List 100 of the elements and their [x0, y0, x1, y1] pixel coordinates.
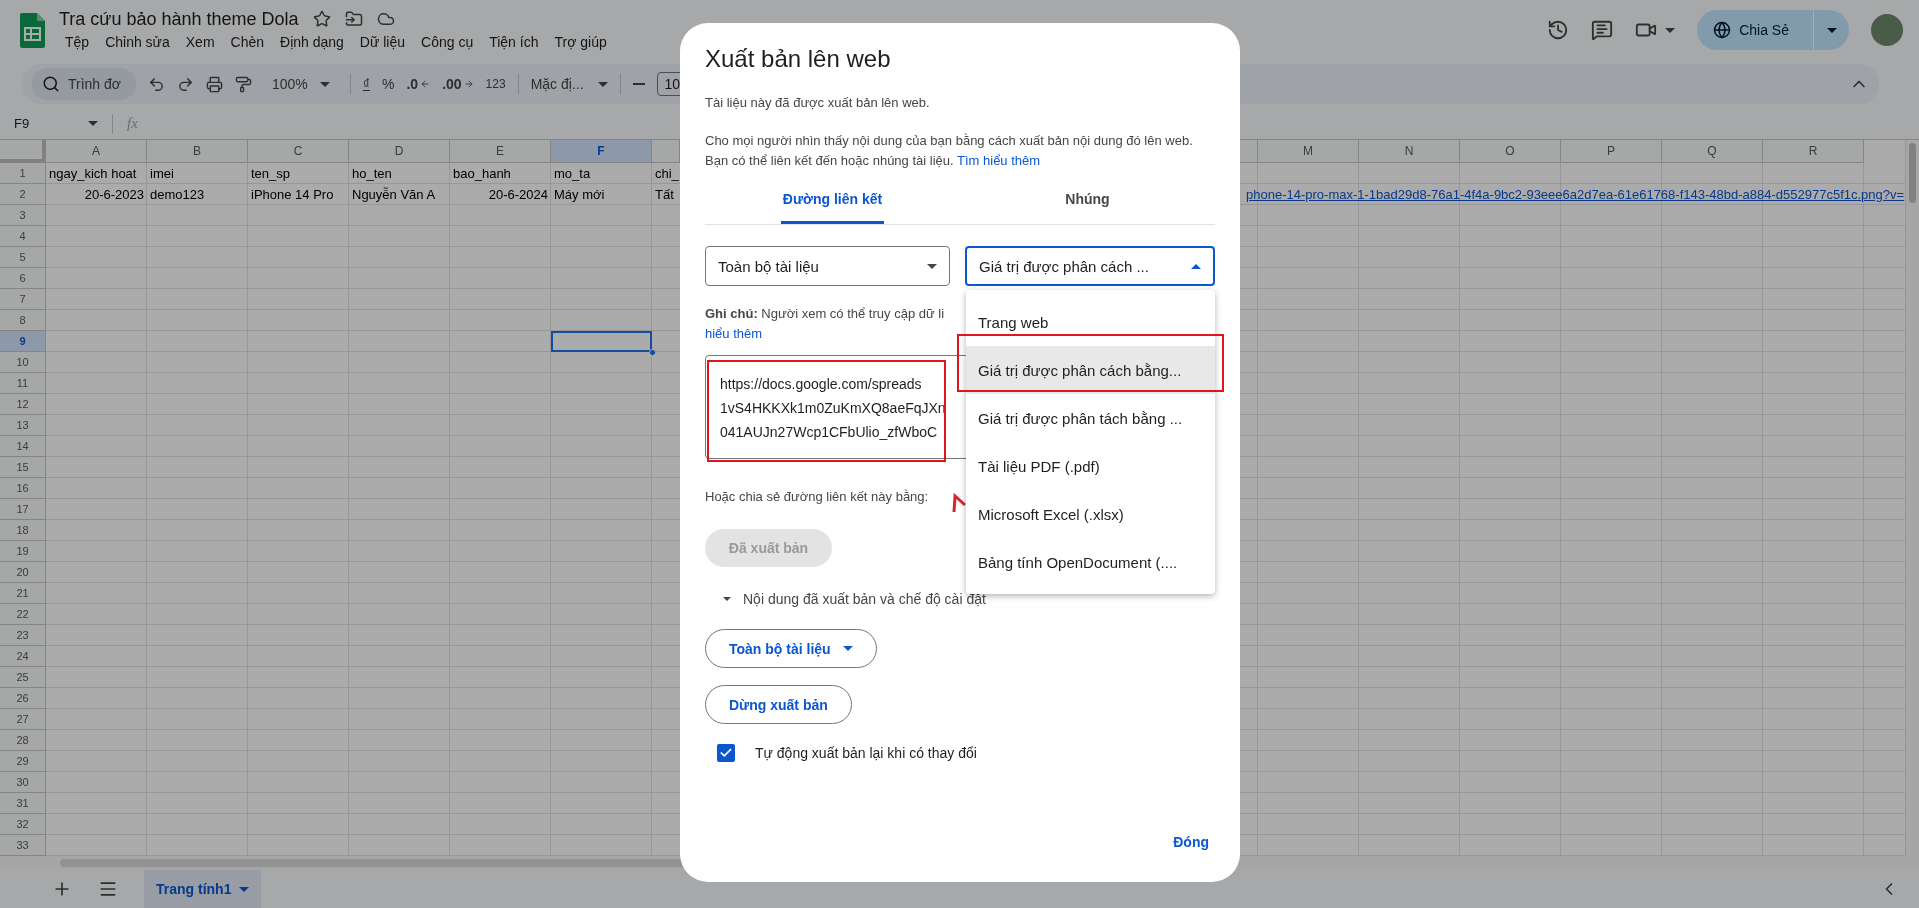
row-number[interactable]: 30 — [0, 772, 46, 793]
zoom-select[interactable]: 100% — [272, 76, 330, 92]
stop-publishing-button[interactable]: Dừng xuất bản — [705, 685, 852, 724]
row-number[interactable]: 33 — [0, 835, 46, 856]
row-number[interactable]: 11 — [0, 373, 46, 394]
row-number[interactable]: 17 — [0, 499, 46, 520]
menu-icon[interactable] — [98, 879, 118, 899]
column-header[interactable]: F — [551, 140, 652, 163]
dialog-tab[interactable]: Đường liên kết — [705, 177, 960, 224]
currency-button[interactable]: ₫ — [362, 76, 370, 92]
share-menu-button[interactable] — [1813, 10, 1849, 50]
minus-icon[interactable] — [632, 83, 645, 85]
row-number[interactable]: 24 — [0, 646, 46, 667]
column-header[interactable]: R — [1763, 140, 1864, 163]
menu-item[interactable]: Tiện ích — [483, 31, 545, 52]
undo-icon[interactable] — [148, 75, 165, 93]
menu-option[interactable]: Microsoft Excel (.xlsx) — [966, 490, 1215, 538]
row-number[interactable]: 13 — [0, 415, 46, 436]
comment-icon[interactable] — [1591, 19, 1614, 41]
row-number[interactable]: 31 — [0, 793, 46, 814]
row-number[interactable]: 5 — [0, 247, 46, 268]
history-icon[interactable] — [1547, 19, 1570, 41]
menu-search-field[interactable]: Trình đơ — [32, 68, 136, 100]
percent-button[interactable]: % — [382, 76, 395, 92]
scope-select[interactable]: Toàn bộ tài liệu — [705, 246, 950, 286]
close-button[interactable]: Đóng — [1167, 826, 1215, 858]
row-number[interactable]: 19 — [0, 541, 46, 562]
row-number[interactable]: 6 — [0, 268, 46, 289]
menu-option[interactable]: Bảng tính OpenDocument (.... — [966, 538, 1215, 586]
row-number[interactable]: 23 — [0, 625, 46, 646]
row-number[interactable]: 16 — [0, 478, 46, 499]
checkbox[interactable] — [717, 744, 735, 762]
description-text: Cho mọi người nhìn thấy nội dung của bạn bằng cách xuất bản nội dung đó lên web. Bạn có thể liên kết đến hoặc nhúng tài liệu. Tìm hiểu thêm — [705, 132, 1194, 170]
menu-option[interactable]: Tài liệu PDF (.pdf) — [966, 442, 1215, 490]
column-header[interactable]: E — [450, 140, 551, 163]
row-number[interactable]: 9 — [0, 331, 46, 352]
star-icon[interactable] — [312, 10, 331, 28]
row-number[interactable]: 21 — [0, 583, 46, 604]
globe-icon — [1713, 21, 1732, 39]
column-header[interactable]: O — [1460, 140, 1561, 163]
row-number[interactable]: 2 — [0, 184, 46, 205]
dialog-tab[interactable]: Nhúng — [960, 177, 1215, 224]
column-header[interactable]: A — [46, 140, 147, 163]
fill-handle[interactable] — [649, 349, 656, 356]
row-number[interactable]: 8 — [0, 310, 46, 331]
menu-option[interactable]: Giá trị được phân tách bằng ... — [966, 394, 1215, 442]
row-number[interactable]: 10 — [0, 352, 46, 373]
folder-move-icon[interactable] — [344, 10, 363, 28]
row-number[interactable]: 18 — [0, 520, 46, 541]
row-number[interactable]: 27 — [0, 709, 46, 730]
cell-link[interactable]: phone-14-pro-max-1-1bad29d8-76a1-4f4a-9bc2-93eee6a2d7ea-61e61768-f143-48bd-a884-d552977c5f1c.png?v= — [1246, 187, 1905, 202]
menu-item[interactable]: Chỉnh sửa — [99, 31, 176, 52]
row-number[interactable]: 20 — [0, 562, 46, 583]
column-header[interactable]: C — [248, 140, 349, 163]
document-title[interactable]: Tra cứu bảo hành theme Dola — [59, 8, 299, 30]
paint-format-icon[interactable] — [235, 75, 252, 93]
print-icon[interactable] — [206, 75, 223, 93]
increase-decimal-button[interactable]: .00 — [442, 76, 474, 92]
learn-more-link[interactable]: Tìm hiểu thêm — [957, 153, 1041, 168]
row-number[interactable]: 28 — [0, 730, 46, 751]
menu-item[interactable]: Công cụ — [415, 31, 480, 52]
row-number[interactable]: 15 — [0, 457, 46, 478]
column-header[interactable]: D — [349, 140, 450, 163]
menu-item[interactable]: Định dạng — [274, 31, 350, 52]
row-number[interactable]: 1 — [0, 163, 46, 184]
menu-item[interactable]: Chèn — [224, 31, 271, 52]
row-number[interactable]: 14 — [0, 436, 46, 457]
row-number[interactable]: 26 — [0, 688, 46, 709]
settings-expander[interactable]: Nội dung đã xuất bản và chế độ cài đặt — [705, 585, 1004, 613]
name-box[interactable]: F9 — [14, 116, 74, 131]
menu-item[interactable]: Dữ liệu — [353, 31, 412, 52]
row-number[interactable]: 4 — [0, 226, 46, 247]
menu-option[interactable]: Giá trị được phân cách bằng... — [966, 346, 1215, 394]
font-select[interactable]: Mặc đị... — [530, 76, 608, 92]
avatar[interactable] — [1871, 14, 1903, 46]
scope-button[interactable]: Toàn bộ tài liệu — [705, 629, 877, 668]
number-format-button[interactable]: 123 — [485, 77, 506, 91]
cloud-icon[interactable] — [376, 10, 395, 28]
menu-item[interactable]: Trợ giúp — [548, 31, 613, 52]
column-header[interactable]: P — [1561, 140, 1662, 163]
column-header[interactable]: Q — [1662, 140, 1763, 163]
redo-icon[interactable] — [177, 75, 194, 93]
format-select[interactable]: Giá trị được phân cách ... — [965, 246, 1215, 286]
column-header[interactable]: M — [1258, 140, 1359, 163]
decrease-decimal-button[interactable]: .0 — [406, 76, 431, 92]
row-number[interactable]: 22 — [0, 604, 46, 625]
row-number[interactable]: 29 — [0, 751, 46, 772]
column-header[interactable]: B — [147, 140, 248, 163]
row-number[interactable]: 12 — [0, 394, 46, 415]
vertical-scrollbar[interactable] — [1905, 140, 1919, 856]
menu-option[interactable]: Trang web — [966, 298, 1215, 346]
row-number[interactable]: 7 — [0, 289, 46, 310]
column-header[interactable]: N — [1359, 140, 1460, 163]
menu-item[interactable]: Tệp — [59, 31, 96, 52]
learn-more-link[interactable]: hiểu thêm — [705, 324, 763, 344]
menu-item[interactable]: Xem — [179, 31, 221, 52]
row-number[interactable]: 3 — [0, 205, 46, 226]
row-number[interactable]: 25 — [0, 667, 46, 688]
sheet-tab[interactable]: Trang tính1 — [144, 870, 262, 908]
row-number[interactable]: 32 — [0, 814, 46, 835]
